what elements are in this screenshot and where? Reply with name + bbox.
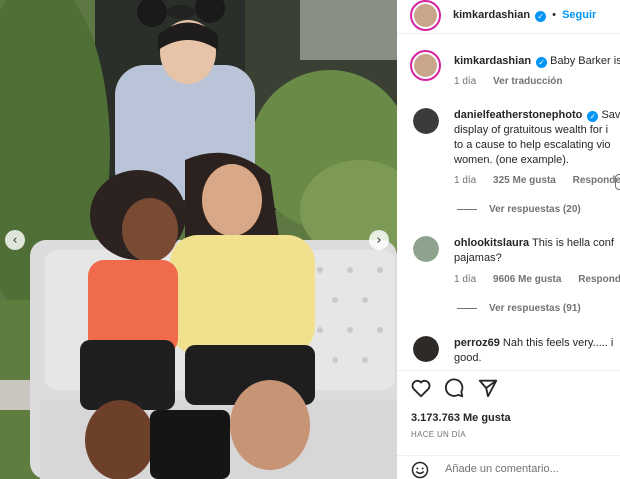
translate-link[interactable]: Ver traducción <box>493 76 562 87</box>
commenter-username[interactable]: ohlookitslaura <box>454 237 529 249</box>
caption-avatar[interactable] <box>410 50 441 81</box>
likes-count[interactable]: 3.173.763 Me gusta <box>411 412 511 424</box>
reply-button[interactable]: Responder <box>578 274 620 285</box>
view-replies-label: Ver respuestas (91) <box>489 303 581 314</box>
verified-badge-icon: ✓ <box>587 111 599 122</box>
chevron-left-icon: ‹ <box>12 232 18 248</box>
comment-text: Nah this feels very..... i <box>502 337 614 349</box>
comment-text: Sav <box>601 109 620 121</box>
separator: • <box>552 9 557 21</box>
comment-likes[interactable]: 9606 Me gusta <box>493 274 561 285</box>
view-replies-button[interactable]: Ver respuestas (91) <box>457 303 581 314</box>
comment-text-line: to a cause to help escalating vio <box>454 139 611 151</box>
caption-time: 1 día <box>454 76 477 87</box>
comment-icon[interactable] <box>443 377 465 399</box>
commenter-username[interactable]: perroz69 <box>454 337 500 349</box>
verified-badge-icon: ✓ <box>535 11 547 22</box>
carousel-prev-button[interactable]: ‹ <box>5 230 25 250</box>
comment-likes[interactable]: 325 Me gusta <box>493 175 556 186</box>
comment-text-line: display of gratuitous wealth for i <box>454 124 609 136</box>
chevron-right-icon: › <box>376 232 382 248</box>
replies-divider <box>457 208 477 210</box>
comment-like-heart-icon[interactable] <box>615 174 620 190</box>
caption-username[interactable]: kimkardashian <box>454 55 531 67</box>
add-comment-bar <box>397 455 620 479</box>
comment-text-line: women. (one example). <box>454 154 569 166</box>
comments-list[interactable]: kimkardashian ✓ Baby Barker is 1 día Ver… <box>397 34 620 370</box>
comment-text-line: good. <box>454 352 482 364</box>
post-time: HACE UN DÍA <box>411 430 466 439</box>
post-side-panel: kimkardashian ✓ • Seguir kimkardashian ✓… <box>397 0 620 479</box>
comment-input[interactable] <box>445 462 615 476</box>
view-replies-button[interactable]: Ver respuestas (20) <box>457 204 581 215</box>
emoji-icon[interactable] <box>411 461 429 479</box>
comment-text: This is hella conf <box>532 237 614 249</box>
author-avatar[interactable] <box>410 0 441 31</box>
post-actions: 3.173.763 Me gusta HACE UN DÍA <box>397 370 620 479</box>
commenter-avatar[interactable] <box>413 108 439 134</box>
share-icon[interactable] <box>477 377 499 399</box>
replies-divider <box>457 307 477 309</box>
post-header: kimkardashian ✓ • Seguir <box>397 0 620 34</box>
comment-time: 1 día <box>454 274 477 285</box>
reply-button[interactable]: Responder <box>573 175 620 186</box>
view-replies-label: Ver respuestas (20) <box>489 204 581 215</box>
comment-time: 1 día <box>454 175 477 186</box>
follow-button[interactable]: Seguir <box>562 9 596 21</box>
commenter-avatar[interactable] <box>413 236 439 262</box>
caption-text: Baby Barker is <box>550 55 620 67</box>
comment-text-line: pajamas? <box>454 252 502 264</box>
photo-illustration <box>0 0 397 479</box>
commenter-username[interactable]: danielfeatherstonephoto <box>454 109 582 121</box>
commenter-avatar[interactable] <box>413 336 439 362</box>
carousel-next-button[interactable]: › <box>369 230 389 250</box>
post-photo[interactable]: ‹ › <box>0 0 397 479</box>
author-username[interactable]: kimkardashian <box>453 9 530 21</box>
heart-icon[interactable] <box>410 377 432 399</box>
verified-badge-icon: ✓ <box>536 57 548 68</box>
